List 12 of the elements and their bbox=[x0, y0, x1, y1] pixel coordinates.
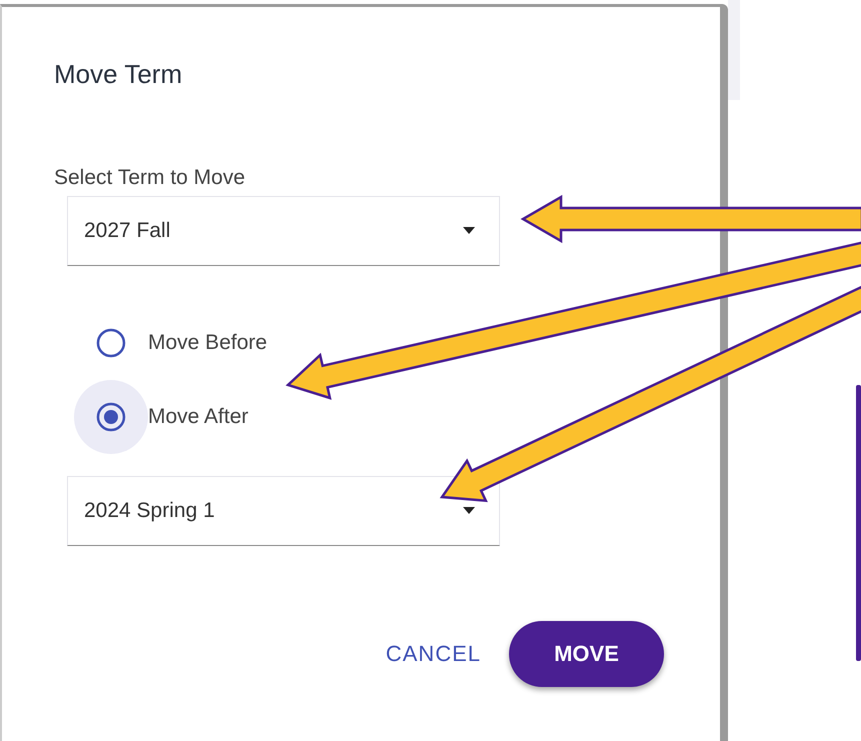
caret-icon bbox=[463, 507, 475, 514]
field-label: Select Term to Move bbox=[54, 165, 246, 192]
caret-icon bbox=[463, 227, 475, 234]
radio-button[interactable] bbox=[96, 402, 126, 432]
radio-label: Move After bbox=[148, 404, 248, 430]
dialog-title: Move Term bbox=[54, 59, 184, 90]
radio-button[interactable] bbox=[96, 328, 126, 358]
cancel-button[interactable]: CANCEL bbox=[386, 631, 481, 676]
target-select[interactable]: 2024 Spring 1 bbox=[67, 476, 500, 546]
term-select[interactable]: 2027 Fall bbox=[67, 196, 500, 266]
radio-label: Move Before bbox=[148, 330, 268, 356]
move-button[interactable]: MOVE bbox=[509, 620, 664, 687]
